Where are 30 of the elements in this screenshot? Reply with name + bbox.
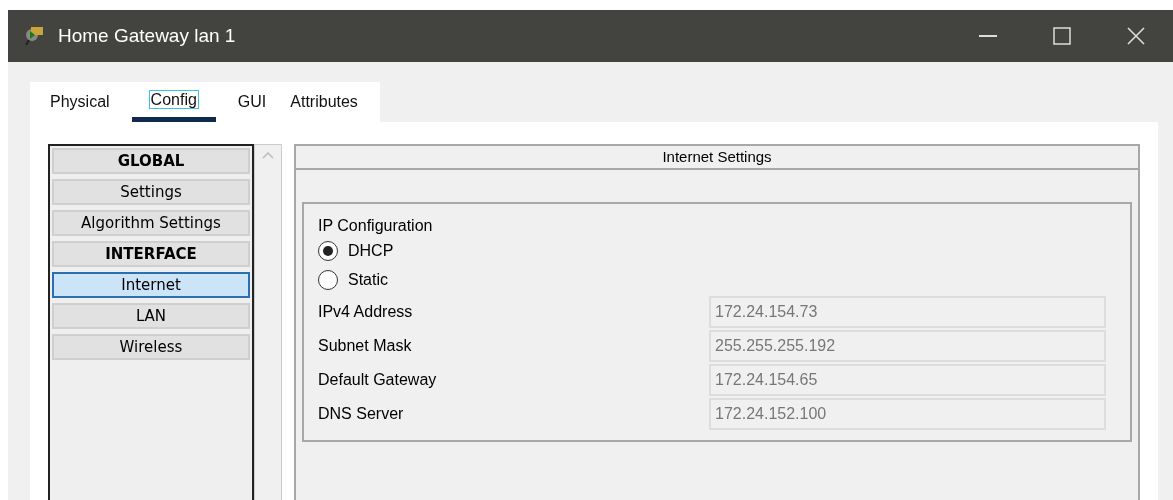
maximize-icon (1053, 27, 1071, 45)
sidebar-item[interactable]: Internet (52, 272, 250, 298)
scrollbar[interactable] (254, 144, 282, 500)
radio-button[interactable] (318, 269, 338, 290)
sidebar-item[interactable]: Algorithm Settings (52, 210, 250, 236)
sidebar-item[interactable]: Settings (52, 179, 250, 205)
minimize-icon (979, 35, 997, 37)
input-field[interactable]: 172.24.154.73 (709, 296, 1106, 328)
tab[interactable]: Physical (48, 82, 112, 122)
input-field[interactable]: 255.255.255.192 (709, 330, 1106, 362)
sidebar-item[interactable]: Wireless (52, 334, 250, 360)
close-icon (1127, 27, 1145, 45)
group-title: IP Configuration (318, 216, 434, 236)
radio-label: Static (348, 269, 388, 290)
radio-label: DHCP (348, 240, 394, 261)
input-field[interactable]: 172.24.152.100 (709, 398, 1106, 430)
window-title: Home Gateway lan 1 (58, 23, 236, 48)
field-label: DNS Server (318, 404, 405, 424)
field-label: IPv4 Address (318, 302, 414, 322)
sidebar-item[interactable]: LAN (52, 303, 250, 329)
scroll-up-icon (262, 151, 274, 159)
panel-title: Internet Settings (296, 146, 1138, 170)
tab[interactable]: GUI (235, 82, 269, 122)
field-label: Subnet Mask (318, 336, 413, 356)
radio-button[interactable] (318, 240, 338, 261)
input-field[interactable]: 172.24.154.65 (709, 364, 1106, 396)
sidebar-header[interactable]: INTERFACE (52, 241, 250, 267)
tab[interactable]: Attributes (288, 82, 360, 122)
field-label: Default Gateway (318, 370, 438, 390)
sidebar-header[interactable]: GLOBAL (52, 148, 250, 174)
